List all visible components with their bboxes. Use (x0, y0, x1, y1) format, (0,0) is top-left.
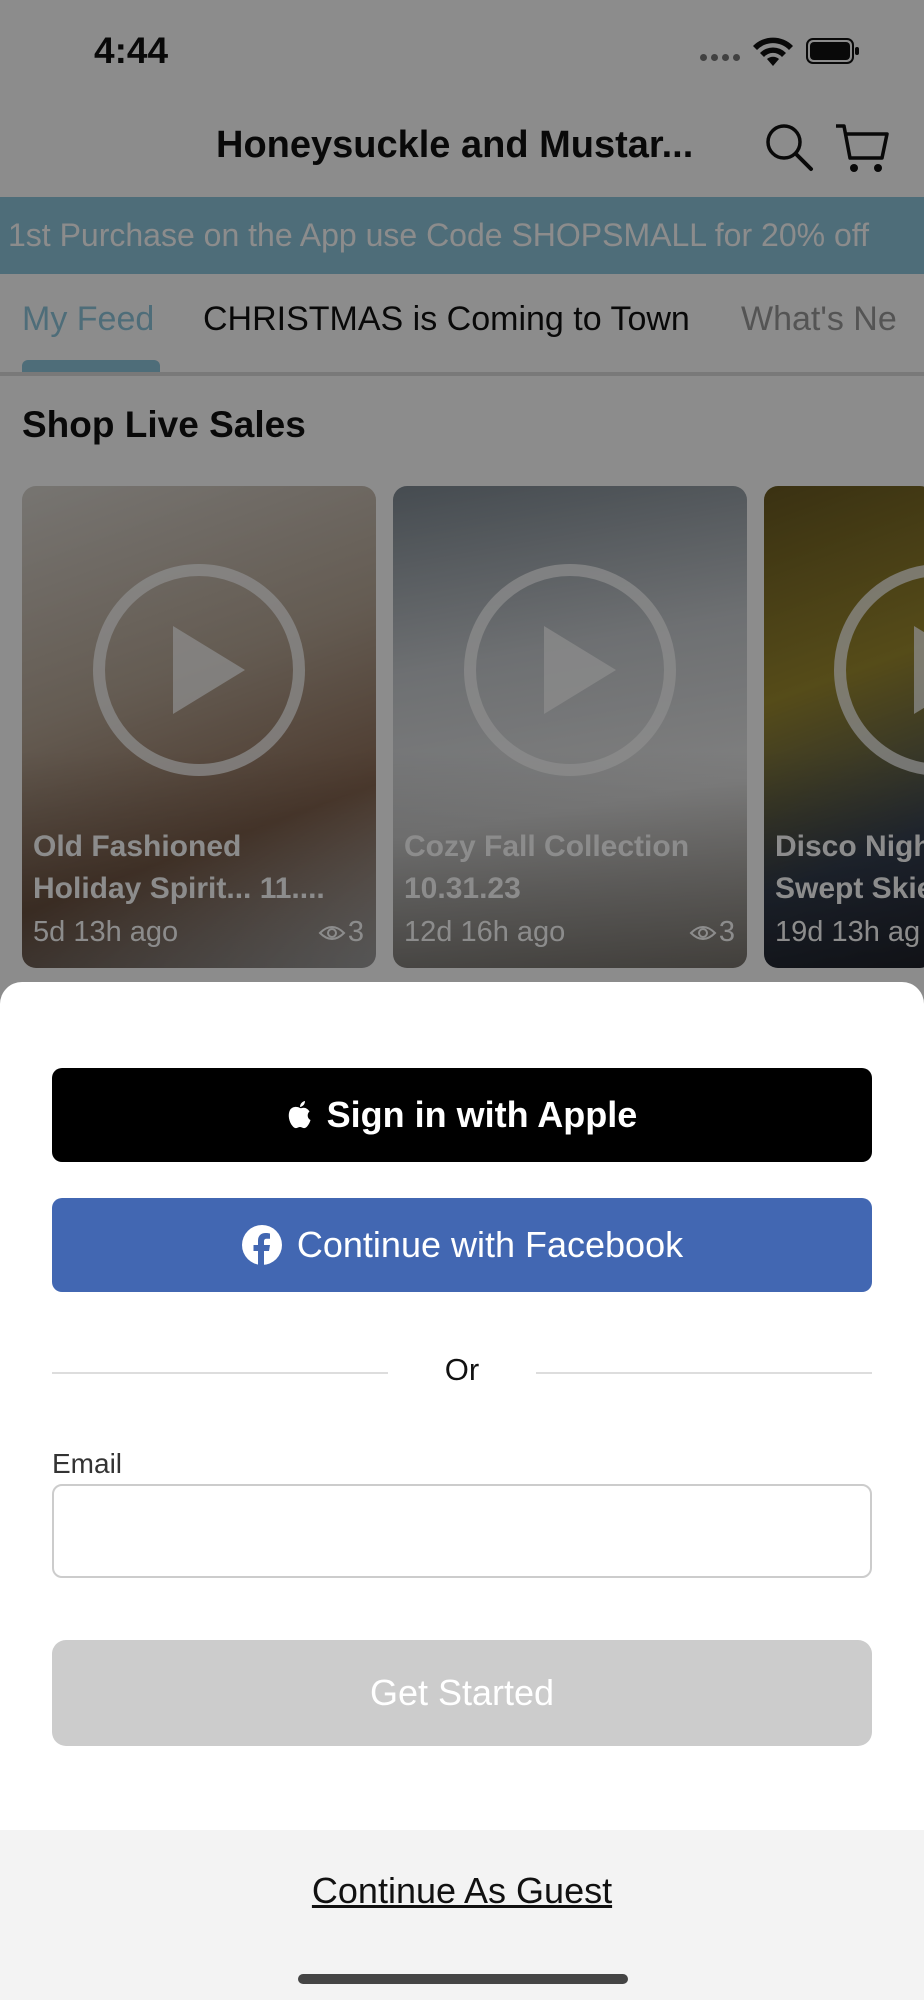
get-started-button[interactable]: Get Started (52, 1640, 872, 1746)
get-started-label: Get Started (369, 1672, 555, 1713)
or-label: Or (444, 1352, 480, 1387)
apple-button-label: Sign in with Apple (326, 1094, 638, 1135)
email-label: Email (52, 1448, 123, 1479)
sign-in-with-apple-button[interactable]: Sign in with Apple (52, 1068, 872, 1162)
or-divider: Or (52, 1352, 872, 1392)
home-indicator (298, 1974, 628, 1984)
facebook-button-label: Continue with Facebook (296, 1224, 684, 1265)
facebook-icon (241, 1224, 283, 1266)
continue-with-facebook-button[interactable]: Continue with Facebook (52, 1198, 872, 1292)
guest-footer: Continue As Guest (0, 1830, 924, 2000)
continue-as-guest-link[interactable]: Continue As Guest (0, 1870, 924, 1912)
email-field[interactable] (52, 1484, 872, 1578)
sign-in-sheet: Sign in with Apple Continue with Faceboo… (0, 982, 924, 2000)
apple-icon (287, 1100, 313, 1130)
